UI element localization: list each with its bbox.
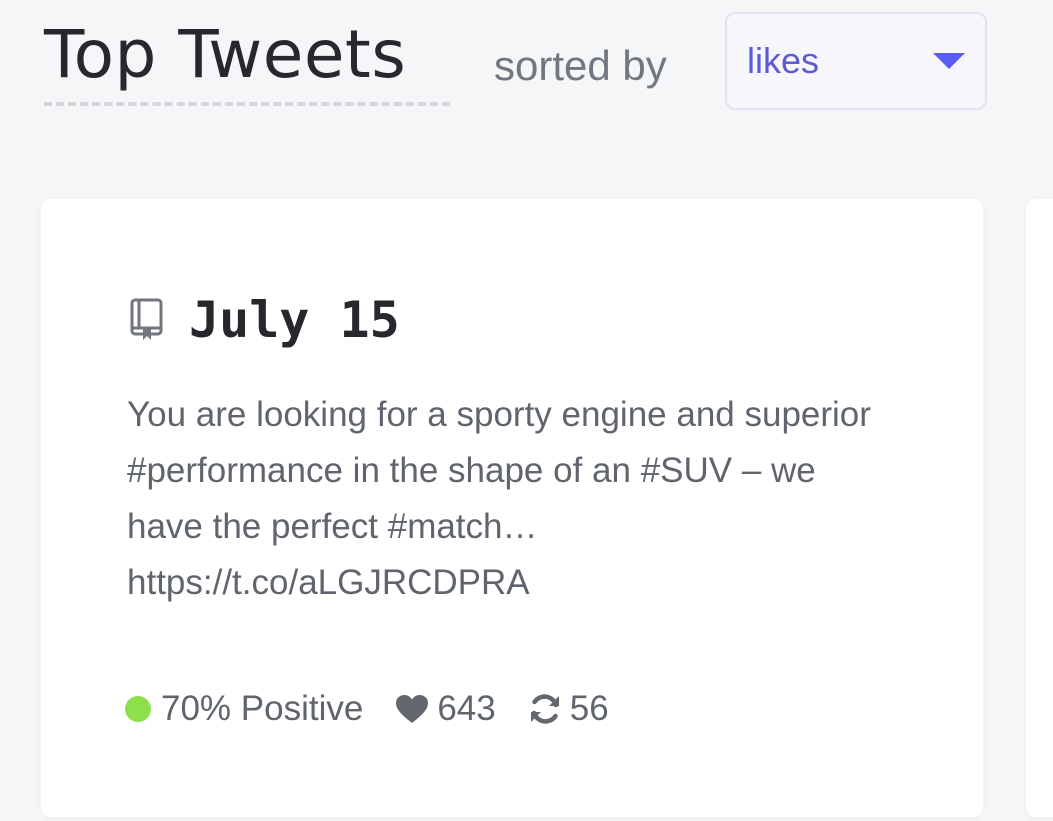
next-tweet-card[interactable] xyxy=(1026,199,1053,817)
tweet-text: You are looking for a sporty engine and … xyxy=(127,395,871,602)
tweet-card[interactable]: July 15 You are looking for a sporty eng… xyxy=(41,199,983,817)
page-header: Top Tweets sorted by xyxy=(44,14,667,106)
page-title: Top Tweets xyxy=(44,14,450,106)
heart-icon xyxy=(396,695,429,723)
book-icon xyxy=(130,298,163,340)
tweet-date: July 15 xyxy=(189,291,400,349)
sorted-by-label: sorted by xyxy=(494,42,667,89)
chevron-down-icon xyxy=(933,53,965,69)
sentiment-label: 70% Positive xyxy=(161,689,364,728)
sort-select-value: likes xyxy=(747,40,820,81)
likes-count: 643 xyxy=(437,689,496,728)
retweets-count: 56 xyxy=(569,689,609,728)
retweets-stat: 56 xyxy=(528,689,609,729)
status-dot xyxy=(125,696,151,722)
sentiment-stat: 70% Positive xyxy=(125,689,363,729)
sort-select[interactable]: likes xyxy=(725,12,987,110)
retweet-icon xyxy=(530,694,559,724)
tweet-stats: 70% Positive 643 56 xyxy=(125,689,641,729)
likes-stat: 643 xyxy=(395,689,496,729)
card-header: July 15 xyxy=(129,291,400,349)
